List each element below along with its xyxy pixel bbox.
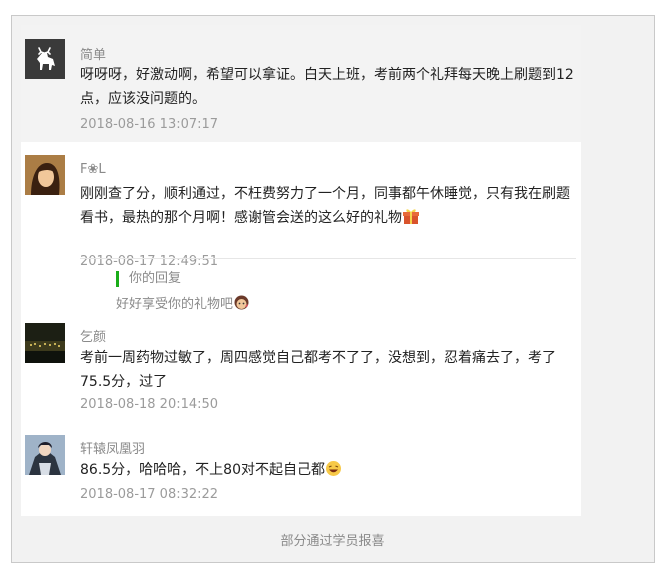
- comment-text-body: 刚刚查了分，顺利通过，不枉费努力了一个月，同事都午休睡觉，只有我在刷题看书，最热…: [80, 186, 570, 226]
- woman-portrait-avatar[interactable]: [25, 155, 65, 195]
- image-caption: 部分通过学员报喜: [280, 534, 385, 549]
- commenter-name: 简单: [80, 48, 107, 63]
- comment-item: F❀L 刚刚查了分，顺利通过，不枉费努力了一个月，同事都午休睡觉，只有我在刷题看…: [21, 142, 581, 282]
- comment-timestamp: 2018-08-17 08:32:22: [80, 487, 219, 502]
- commenter-name: 轩辕凤凰羽: [80, 442, 146, 457]
- comments-panel: 简单 呀呀呀，好激动啊，希望可以拿证。白天上班，考前两个礼拜每天晚上刷题到12点…: [21, 25, 581, 516]
- comment-item: 乞颜 考前一周药物过敏了，周四感觉自己都考不了了，没想到，忍着痛去了，考了75.…: [21, 315, 581, 425]
- comment-item: 简单 呀呀呀，好激动啊，希望可以拿证。白天上班，考前两个礼拜每天晚上刷题到12点…: [21, 25, 581, 142]
- comment-timestamp: 2018-08-16 13:07:17: [80, 117, 219, 132]
- reply-text: 好好享受你的礼物吧: [116, 293, 250, 315]
- kiss-emoji: [233, 294, 250, 315]
- comment-text: 呀呀呀，好激动啊，希望可以拿证。白天上班，考前两个礼拜每天晚上刷题到12点，应该…: [80, 67, 574, 107]
- anime-character-avatar[interactable]: [25, 435, 65, 475]
- gift-emoji: [402, 207, 420, 233]
- comment-timestamp: 2018-08-18 20:14:50: [80, 397, 219, 412]
- comment-text-body: 86.5分，哈哈哈，不上80对不起自己都: [80, 462, 325, 478]
- reply-divider: [80, 258, 576, 259]
- reply-label: 你的回复: [116, 271, 181, 287]
- comment-item: 轩辕凤凰羽 86.5分，哈哈哈，不上80对不起自己都 2018-08-17 08…: [21, 425, 581, 516]
- commenter-name: 乞颜: [80, 330, 107, 345]
- comment-text: 考前一周药物过敏了，周四感觉自己都考不了了，没想到，忍着痛去了，考了75.5分，…: [80, 350, 556, 390]
- night-scene-avatar[interactable]: [25, 323, 65, 363]
- comment-text: 86.5分，哈哈哈，不上80对不起自己都: [80, 458, 576, 485]
- reply-text-body: 好好享受你的礼物吧: [116, 297, 234, 312]
- comment-text: 刚刚查了分，顺利通过，不枉费努力了一个月，同事都午休睡觉，只有我在刷题看书，最热…: [80, 182, 576, 233]
- comment-timestamp: 2018-08-17 12:49:51: [80, 254, 219, 269]
- deer-logo-avatar[interactable]: [25, 39, 65, 79]
- commenter-name: F❀L: [80, 162, 106, 177]
- laughing-emoji: [325, 460, 342, 485]
